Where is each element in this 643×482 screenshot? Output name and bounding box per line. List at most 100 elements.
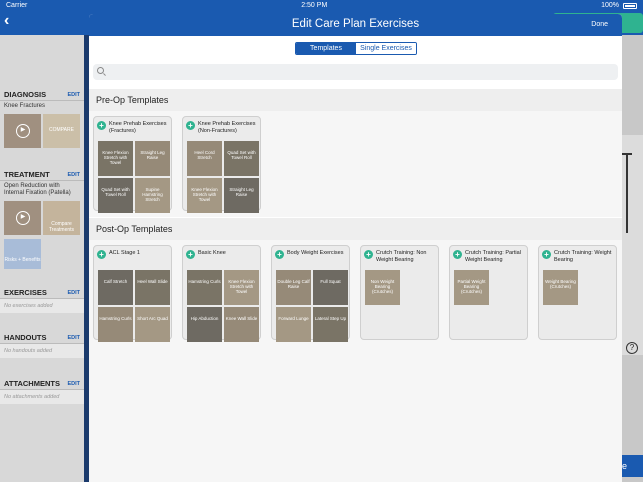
exercise-label: Weight Bearing (Crutches) (545, 279, 576, 289)
add-icon[interactable]: + (186, 250, 195, 259)
clock: 2:50 PM (301, 2, 328, 9)
compare-label: COMPARE (49, 127, 74, 133)
exercise-label: Knee Flexion Stretch with Towel (228, 279, 255, 294)
compare-treatments-thumb[interactable]: Compare Treatments (43, 201, 80, 235)
exercise-thumb: Short Arc Quad (135, 307, 170, 342)
add-icon[interactable]: + (275, 250, 284, 259)
diagnosis-title: DIAGNOSIS (4, 90, 47, 99)
template-card[interactable]: + ACL Stage 1 Calf Stretch Heel Wall Slid… (93, 245, 172, 342)
exercise-thumb: Quad Set with Towel Roll (98, 178, 133, 213)
play-icon: ▶ (16, 211, 30, 225)
play-icon: ▶ (16, 124, 30, 138)
status-bar: Carrier 2:50 PM 100% (0, 0, 643, 11)
exercise-thumb: Knee Flexion Stretch with Towel (187, 178, 222, 213)
risks-benefits-thumb[interactable]: Risks + Benefits (4, 239, 41, 269)
background-right-panel: ? e (620, 35, 643, 482)
exercise-label: Straight Leg Raise (140, 150, 165, 160)
exercise-thumb: Heel Cord Stretch (187, 141, 222, 176)
handouts-empty: No handouts added (0, 344, 84, 358)
handouts-section: HANDOUTS EDIT No handouts added (0, 332, 84, 358)
handouts-title: HANDOUTS (4, 333, 47, 342)
attachments-edit-button[interactable]: EDIT (67, 381, 80, 387)
preop-section-header: Pre-Op Templates (89, 89, 622, 111)
exercise-label: Full Squat (320, 279, 341, 284)
add-icon[interactable]: + (186, 121, 195, 130)
done-button[interactable]: Done (591, 21, 608, 28)
exercise-label: Hamstring Curls (99, 316, 132, 321)
diagnosis-edit-button[interactable]: EDIT (67, 92, 80, 98)
exercise-thumb: Non Weight Bearing (Crutches) (365, 270, 400, 305)
exercise-thumb: Hip Abduction (187, 307, 222, 342)
template-card[interactable]: + Crutch Training: Partial Weight Bearing… (449, 245, 528, 340)
treatment-edit-button[interactable]: EDIT (67, 172, 80, 178)
template-name: Knee Prehab Exercises (Fractures) (109, 121, 167, 134)
template-card[interactable]: + Crutch Training: Non Weight Bearing Non… (360, 245, 439, 340)
exercise-thumb: Hamstring Curls (98, 307, 133, 342)
treatment-video-thumb[interactable]: ▶ (4, 201, 41, 235)
exercises-section: EXERCISES EDIT No exercises added (0, 287, 84, 313)
attachments-section: ATTACHMENTS EDIT No attachments added (0, 378, 84, 404)
add-icon[interactable]: + (453, 250, 462, 259)
template-name: Crutch Training: Partial Weight Bearing (465, 250, 521, 263)
battery-icon (623, 2, 637, 9)
treatment-section: TREATMENT EDIT Open Reduction with Inter… (0, 169, 84, 271)
exercise-thumb: Partial Weight Bearing (Crutches) (454, 270, 489, 305)
exercise-label: Heel Cord Stretch (194, 150, 215, 160)
treatment-text: Open Reduction with Internal Fixation (P… (4, 183, 71, 196)
template-card[interactable]: + Knee Prehab Exercises (Fractures) Knee … (93, 116, 172, 213)
exercise-thumb: Heel Wall Slide (135, 270, 170, 305)
template-name: Basic Knee (198, 250, 226, 256)
exercise-thumb: Straight Leg Raise (135, 141, 170, 176)
exercise-label: Double Leg Calf Raise (277, 279, 310, 289)
postop-section-header: Post-Op Templates (89, 218, 622, 240)
modal-header: Edit Care Plan Exercises Done (89, 14, 622, 36)
preop-section: + Knee Prehab Exercises (Fractures) Knee … (89, 111, 622, 217)
exercise-label: Calf Stretch (103, 279, 128, 284)
view-segmented-control: Templates Single Exercises (295, 42, 417, 55)
diagnosis-text: Knee Fractures (4, 103, 46, 109)
exercise-label: Non Weight Bearing (Crutches) (370, 279, 395, 294)
add-icon[interactable]: + (364, 250, 373, 259)
template-card[interactable]: + Knee Prehab Exercises (Non-Fractures) H… (182, 116, 261, 213)
exercise-thumb: Calf Stretch (98, 270, 133, 305)
status-right: 100% (601, 2, 637, 9)
add-icon[interactable]: + (97, 250, 106, 259)
treatment-title: TREATMENT (4, 170, 50, 179)
search-icon (97, 67, 104, 74)
edit-exercises-modal: Edit Care Plan Exercises Done Templates … (89, 14, 622, 482)
add-icon[interactable]: + (97, 121, 106, 130)
exercise-thumb: Knee Flexion Stretch with Towel (98, 141, 133, 176)
compare-treatments-label: Compare Treatments (48, 221, 75, 233)
tab-single-exercises[interactable]: Single Exercises (356, 43, 416, 54)
diagnosis-compare-thumb[interactable]: COMPARE (43, 114, 80, 148)
exercise-label: Knee Wall Slide (225, 316, 258, 321)
exercise-label: Knee Flexion Stretch with Towel (102, 150, 129, 165)
back-icon[interactable]: ‹ (4, 12, 9, 30)
handouts-edit-button[interactable]: EDIT (67, 335, 80, 341)
tab-templates[interactable]: Templates (296, 43, 356, 54)
template-card[interactable]: + Body Weight Exercises Double Leg Calf R… (271, 245, 350, 342)
exercise-thumb: Forward Lunge (276, 307, 311, 342)
postop-section: + ACL Stage 1 Calf Stretch Heel Wall Slid… (89, 240, 622, 482)
add-icon[interactable]: + (542, 250, 551, 259)
exercise-label: Forward Lunge (278, 316, 309, 321)
template-name: Body Weight Exercises (287, 250, 344, 256)
template-name: Knee Prehab Exercises (Non-Fractures) (198, 121, 256, 134)
exercises-edit-button[interactable]: EDIT (67, 290, 80, 296)
template-card[interactable]: + Basic Knee Hamstring Curls Knee Flexion… (182, 245, 261, 342)
exercise-label: Knee Flexion Stretch with Towel (191, 187, 218, 202)
search-input[interactable] (93, 64, 618, 80)
exercise-label: Quad Set with Towel Roll (227, 150, 256, 160)
battery-label: 100% (601, 2, 619, 9)
diagnosis-video-thumb[interactable]: ▶ (4, 114, 41, 148)
background-panel (620, 135, 643, 355)
background-bottom-button: e (620, 455, 643, 477)
exercise-label: Partial Weight Bearing (Crutches) (457, 279, 486, 294)
exercise-label: Quad Set with Towel Roll (101, 187, 130, 197)
care-plan-sidebar: DIAGNOSIS EDIT Knee Fractures ▶ COMPARE … (0, 35, 84, 482)
exercise-thumb: Knee Flexion Stretch with Towel (224, 270, 259, 305)
exercise-label: Supine Hamstring Stretch (142, 187, 163, 202)
exercise-label: Hip Abduction (190, 316, 219, 321)
template-card[interactable]: + Crutch Training: Weight Bearing Weight … (538, 245, 617, 340)
template-name: Crutch Training: Non Weight Bearing (376, 250, 427, 263)
